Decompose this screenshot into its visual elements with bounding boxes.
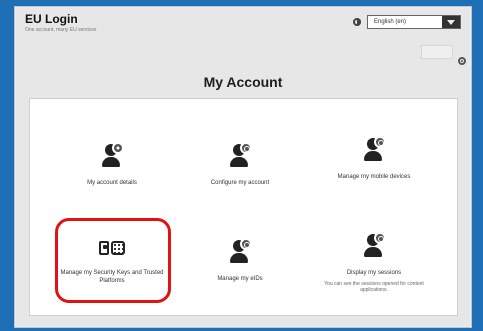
tile-display-sessions[interactable]: Display my sessions You can see the sess…	[314, 231, 434, 293]
user-eid-icon	[224, 237, 256, 267]
browser-window: EU Login One account, many EU services E…	[14, 6, 472, 328]
user-settings-icon	[224, 141, 256, 171]
tile-manage-mobile-devices[interactable]: Manage my mobile devices	[314, 135, 434, 181]
gear-icon[interactable]	[457, 56, 467, 66]
language-selected: English (en)	[374, 19, 407, 25]
tile-label: Manage my eIDs	[217, 276, 263, 282]
page-title: My Account	[203, 74, 283, 90]
eid-badge-icon	[240, 238, 252, 250]
user-sessions-icon	[358, 231, 390, 261]
brand-title: EU Login	[25, 12, 78, 26]
info-badge-icon	[112, 142, 124, 154]
tile-my-account-details[interactable]: My account details	[52, 141, 172, 187]
brand: EU Login One account, many EU services	[15, 7, 96, 33]
top-bar: EU Login One account, many EU services E…	[15, 7, 471, 39]
tile-label: Configure my account	[210, 180, 270, 186]
tile-label: Display my sessions	[346, 270, 402, 276]
user-mobile-icon	[358, 135, 390, 165]
annotation-highlight	[55, 218, 171, 303]
mobile-badge-icon	[374, 136, 386, 148]
tile-label: My account details	[87, 180, 137, 186]
search-badge-icon	[374, 232, 386, 244]
tile-description: You can see the sessions opened for cont…	[324, 281, 424, 293]
user-info-icon	[96, 141, 128, 171]
top-right-tools: English (en)	[351, 7, 471, 29]
tile-manage-eids[interactable]: Manage my eIDs	[180, 237, 300, 283]
tile-label: Manage my mobile devices	[337, 174, 411, 180]
chevron-down-icon[interactable]	[442, 16, 460, 28]
language-select[interactable]: English (en)	[367, 15, 461, 29]
tile-configure-my-account[interactable]: Configure my account	[180, 141, 300, 187]
brand-subtitle: One account, many EU services	[25, 27, 97, 33]
small-placeholder	[421, 45, 453, 59]
settings-badge-icon	[240, 142, 252, 154]
contrast-icon[interactable]	[351, 17, 361, 27]
